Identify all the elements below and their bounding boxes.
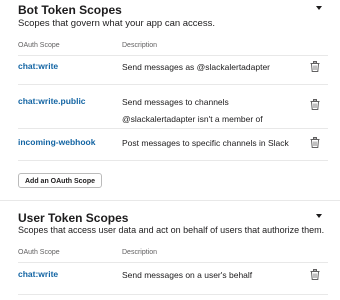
divider	[18, 128, 328, 129]
scope-description: Send messages as @slackalertadapter	[122, 60, 297, 74]
trash-icon[interactable]	[310, 61, 320, 72]
scope-description-line: Send messages as @slackalertadapter	[122, 62, 271, 72]
divider	[18, 55, 328, 56]
section-divider	[0, 200, 340, 201]
divider	[18, 262, 328, 263]
scope-description-line: Send messages on a user's behalf	[122, 270, 253, 280]
trash-icon[interactable]	[310, 99, 320, 110]
user-token-scopes-section: User Token Scopes Scopes that access use…	[18, 211, 328, 300]
column-header-oauth-scope: OAuth Scope	[18, 249, 60, 256]
scope-description: Send messages to channels @slackalertada…	[122, 95, 297, 126]
divider	[18, 294, 328, 295]
scope-description-line: Send messages to channels	[122, 97, 229, 107]
bot-token-scopes-subtitle: Scopes that govern what your app can acc…	[18, 18, 215, 29]
trash-icon[interactable]	[310, 137, 320, 148]
bot-token-scopes-section: Bot Token Scopes Scopes that govern what…	[18, 3, 328, 203]
scope-link[interactable]: incoming-webhook	[18, 137, 95, 147]
trash-icon[interactable]	[310, 269, 320, 280]
scope-link[interactable]: chat:write	[18, 61, 58, 71]
divider	[18, 160, 328, 161]
user-token-scopes-title: User Token Scopes	[18, 211, 129, 225]
column-header-oauth-scope: OAuth Scope	[18, 42, 60, 49]
scope-link[interactable]: chat:write	[18, 269, 58, 279]
column-header-description: Description	[122, 42, 158, 49]
divider	[18, 84, 328, 85]
add-oauth-scope-button[interactable]: Add an OAuth Scope	[18, 173, 102, 188]
bot-token-scopes-title: Bot Token Scopes	[18, 3, 122, 17]
column-header-description: Description	[122, 249, 158, 256]
scope-description: Post messages to specific channels in Sl…	[122, 136, 312, 150]
scope-description-line: @slackalertadapter isn't a member of	[122, 114, 263, 124]
chevron-down-icon[interactable]	[316, 214, 322, 218]
user-token-scopes-subtitle: Scopes that access user data and act on …	[18, 225, 325, 235]
scope-link[interactable]: chat:write.public	[18, 96, 86, 106]
chevron-down-icon[interactable]	[316, 6, 322, 10]
scope-description-line: Post messages to specific channels in Sl…	[122, 138, 289, 148]
scope-description: Send messages on a user's behalf	[122, 268, 297, 282]
